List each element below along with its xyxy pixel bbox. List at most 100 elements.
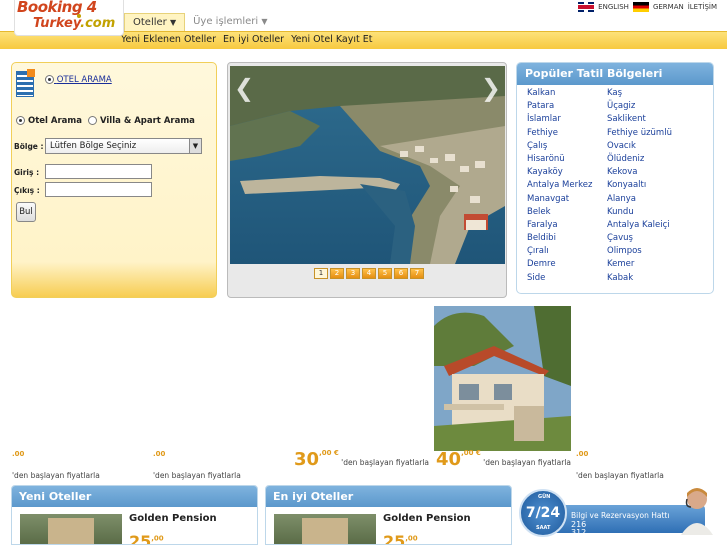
checkin-input[interactable] [45,164,152,179]
lang-german[interactable]: GERMAN [653,3,684,11]
price-decimals: .00 [576,450,589,458]
region-link[interactable]: Ovacık [607,140,697,153]
best-hotels-title[interactable]: En iyi Oteller [266,486,511,507]
logo-text-line2: Turkey.com [33,16,115,31]
new-hotels-panel: Yeni Oteller Golden Pension 25,00 [11,485,258,545]
region-link[interactable]: Belek [527,206,607,219]
region-link[interactable]: Olimpos [607,245,697,258]
sub-nav: Yeni Eklenen Oteller En iyi Oteller Yeni… [121,34,372,45]
radio-icon [45,75,54,84]
contact-link[interactable]: İLETİŞİM [688,3,717,11]
menu-uye-islemleri[interactable]: Üye işlemleri ▼ [185,13,275,31]
language-switcher: ENGLISH GERMAN İLETİŞİM [578,2,717,12]
german-flag-icon[interactable] [632,2,649,12]
subnav-register-hotel[interactable]: Yeni Otel Kayıt Et [291,34,372,45]
page-7-button[interactable]: 7 [410,268,424,279]
region-link[interactable]: Çavuş [607,232,697,245]
hotel-price: 25,00 [383,532,418,544]
region-link[interactable]: Çıralı [527,245,607,258]
region-link[interactable]: Faralya [527,219,607,232]
menu-oteller[interactable]: Oteller ▼ [124,13,186,31]
region-link[interactable]: Kalkan [527,87,607,100]
region-link[interactable]: Alanya [607,193,697,206]
region-link[interactable]: Kemer [607,258,697,271]
region-link[interactable]: Kaş [607,87,697,100]
region-link[interactable]: Kabak [607,272,697,285]
price-decimals: .00 [153,450,166,458]
page-5-button[interactable]: 5 [378,268,392,279]
prev-arrow-icon[interactable]: ❮ [234,74,254,102]
region-select-value: Lütfen Bölge Seçiniz [50,141,137,151]
hotel-price-decimals: ,00 [405,534,418,543]
hotel-name[interactable]: Golden Pension [129,513,217,524]
page-4-button[interactable]: 4 [362,268,376,279]
page-6-button[interactable]: 6 [394,268,408,279]
region-link[interactable]: Kundu [607,206,697,219]
region-link[interactable]: Hisarönü [527,153,607,166]
price-item: .00 'den başlayan fiyatlarla [12,450,100,480]
region-link[interactable]: Çalış [527,140,607,153]
uk-flag-icon[interactable] [578,2,595,12]
region-link[interactable]: Beldibi [527,232,607,245]
calendar-icon [16,69,35,97]
checkout-input[interactable] [45,182,152,197]
region-label: Bölge : [14,142,44,151]
house-photo[interactable] [434,306,571,451]
search-button[interactable]: Bul [16,202,36,222]
region-link[interactable]: Manavgat [527,193,607,206]
hotel-thumbnail[interactable] [274,514,376,544]
support-number: 216 312 [571,521,586,537]
page-3-button[interactable]: 3 [346,268,360,279]
support-banner[interactable]: GÜN 7/24 SAAT Bilgi ve Rezervasyon Hattı… [519,485,717,540]
price-caption: 'den başlayan fiyatlarla [483,458,572,467]
region-link[interactable]: Demre [527,258,607,271]
price-value: 30 [294,449,320,470]
region-link[interactable]: Patara [527,100,607,113]
hotel-thumbnail[interactable] [20,514,122,544]
support-badge: 7/24 [525,505,561,521]
region-link[interactable]: Fethiye [527,127,607,140]
house-image [434,306,571,451]
region-link[interactable]: Konyaaltı [607,179,697,192]
otel-arama-tab[interactable]: OTEL ARAMA [45,75,112,85]
best-hotels-panel: En iyi Oteller Golden Pension 25,00 [265,485,512,545]
support-text: Bilgi ve Rezervasyon Hattı [571,511,670,520]
region-link[interactable]: Üçagiz [607,100,697,113]
site-logo[interactable]: Booking 4 Turkey.com [14,0,124,36]
region-link[interactable]: İslamlar [527,113,607,126]
lang-english[interactable]: ENGLISH [598,3,629,11]
page-1-button[interactable]: 1 [314,268,328,279]
radio-otel[interactable]: Otel Arama [16,116,82,126]
region-link[interactable]: Kayaköy [527,166,607,179]
logo-text-line1: Booking 4 [17,0,97,16]
subnav-new-hotels[interactable]: Yeni Eklenen Oteller [121,34,216,45]
popular-regions-panel: Popüler Tatil Bölgeleri Kalkan Kaş Patara Ü… [516,62,714,294]
price-caption: 'den başlayan fiyatlarla [341,458,430,467]
page-2-button[interactable]: 2 [330,268,344,279]
new-hotels-title[interactable]: Yeni Oteller [12,486,257,507]
radio-villa-label: Villa & Apart Arama [99,116,195,126]
subnav-best-hotels[interactable]: En iyi Oteller [223,34,284,45]
region-select[interactable]: Lütfen Bölge Seçiniz ▼ [45,138,202,154]
radio-villa[interactable]: Villa & Apart Arama [88,116,195,126]
price-item: .00 'den başlayan fiyatlarla [576,450,664,480]
price-decimals: ,00 € [461,449,481,457]
region-list: Kalkan Kaş Patara Üçagiz İslamlar Saklikent Fe… [527,87,697,285]
region-link[interactable]: Antalya Merkez [527,179,607,192]
next-arrow-icon[interactable]: ❯ [481,74,501,102]
top-menu: Oteller ▼ Üye işlemleri ▼ [124,13,276,31]
hotel-search-panel: OTEL ARAMA Otel Arama Villa & Apart Aram… [11,62,217,298]
price-decimals: ,00 € [319,449,339,457]
price-item: 30,00 € 'den başlayan fiyatlarla [294,449,429,470]
region-link[interactable]: Ölüdeniz [607,153,697,166]
region-link[interactable]: Fethiye üzümlü [607,127,697,140]
price-caption: 'den başlayan fiyatlarla [12,471,100,480]
menu-uye-label: Üye işlemleri [193,16,259,27]
region-link[interactable]: Side [527,272,607,285]
hotel-name[interactable]: Golden Pension [383,513,471,524]
region-link[interactable]: Kekova [607,166,697,179]
region-link[interactable]: Saklikent [607,113,697,126]
region-link[interactable]: Antalya Kaleiçi [607,219,697,232]
price-caption: 'den başlayan fiyatlarla [153,471,241,480]
popular-regions-title: Popüler Tatil Bölgeleri [517,63,713,85]
